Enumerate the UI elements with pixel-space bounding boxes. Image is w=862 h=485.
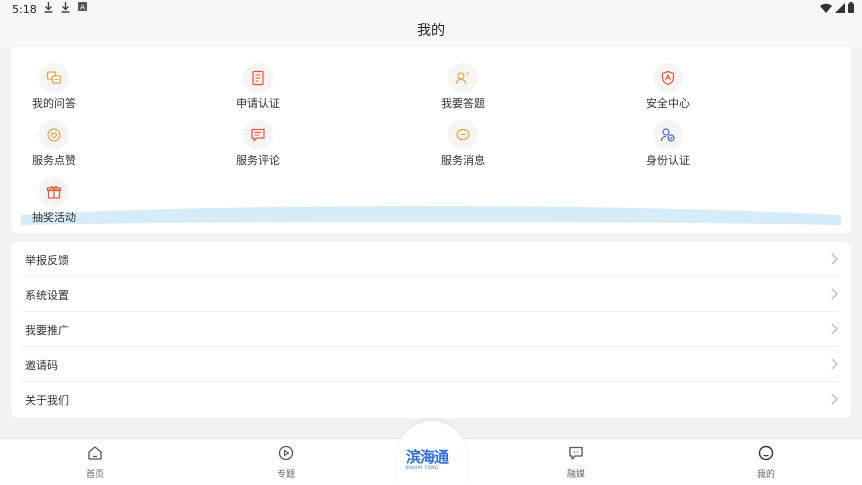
nav-tab-label: 融媒: [566, 470, 585, 480]
home-icon: [88, 446, 102, 460]
signal-icon: [835, 2, 845, 13]
list-item-label: 举报反馈: [25, 254, 69, 267]
list-item-about-us[interactable]: 关于我们: [23, 382, 839, 417]
grid-item-label: 我的问答: [32, 97, 76, 110]
list-item-label: 系统设置: [25, 289, 69, 302]
grid-item-label: 服务点赞: [32, 154, 76, 167]
download-icon: [61, 2, 70, 13]
status-bar: 5:18 A: [0, 0, 862, 20]
profile-icon: [758, 445, 774, 461]
list-item-label: 我要推广: [25, 324, 69, 337]
chevron-right-icon: [831, 288, 838, 300]
download-icon: [44, 2, 53, 13]
logo-text: 滨海通: [406, 448, 449, 466]
chevron-right-icon: [831, 358, 838, 370]
list-item-system-settings[interactable]: 系统设置: [23, 277, 839, 312]
play-icon: [278, 445, 294, 461]
grid-item-label: 安全中心: [646, 97, 690, 110]
comment-icon: [243, 120, 273, 150]
message-icon: [448, 120, 478, 150]
qa-icon: [39, 63, 69, 93]
list-item-label: 关于我们: [25, 394, 69, 407]
wifi-icon: [820, 3, 832, 13]
gift-icon: [39, 177, 69, 207]
list-item-report-feedback[interactable]: 举报反馈: [23, 242, 839, 277]
nav-tab-media[interactable]: 融媒: [546, 445, 606, 480]
list-item-promote[interactable]: 我要推广: [23, 312, 839, 347]
nav-tab-mine[interactable]: 我的: [736, 445, 796, 480]
svg-text:?: ?: [466, 71, 470, 79]
grid-item-label: 抽奖活动: [32, 211, 76, 224]
nav-tab-label: 我的: [756, 470, 775, 480]
page-title: 我的: [417, 23, 445, 39]
list-item-label: 邀请码: [25, 359, 58, 372]
nav-tab-label: 专题: [276, 470, 295, 480]
grid-item-label: 服务消息: [441, 154, 485, 167]
nav-tab-label: 首页: [85, 470, 104, 480]
logo-subtext: BINHAI TONG: [406, 465, 439, 470]
settings-list-card: 举报反馈 系统设置 我要推广 邀请码 关于我们: [11, 242, 851, 418]
function-grid-card: 我的问答 申请认证 ? 我要答题 安全中心 服务点赞 服务评论 服务消息 身份认…: [11, 47, 851, 233]
shield-icon: [653, 63, 683, 93]
chevron-right-icon: [831, 253, 838, 265]
grid-item-label: 我要答题: [441, 97, 485, 110]
grid-item-label: 身份认证: [646, 154, 690, 167]
nav-tab-topics[interactable]: 专题: [256, 445, 316, 480]
title-bar: 我的: [0, 20, 862, 46]
user-question-icon: ?: [448, 63, 478, 93]
media-icon: [569, 446, 583, 460]
status-time: 5:18: [12, 3, 37, 16]
list-item-invite-code[interactable]: 邀请码: [23, 347, 839, 382]
grid-item-label: 申请认证: [236, 97, 280, 110]
nav-tab-home[interactable]: 首页: [65, 445, 125, 480]
a-icon: A: [78, 2, 87, 11]
heart-icon: [39, 120, 69, 150]
status-notification-icons: A: [44, 2, 87, 13]
chevron-right-icon: [831, 393, 838, 405]
svg-text:A: A: [80, 3, 85, 11]
chevron-right-icon: [831, 323, 838, 335]
identity-icon: [653, 120, 683, 150]
grid-item-label: 服务评论: [236, 154, 280, 167]
certificate-icon: [243, 63, 273, 93]
status-system-icons: [820, 2, 854, 13]
battery-icon: [848, 2, 854, 13]
app-logo-button[interactable]: 滨海通 BINHAI TONG: [406, 446, 458, 470]
decorative-wave: [21, 206, 841, 225]
